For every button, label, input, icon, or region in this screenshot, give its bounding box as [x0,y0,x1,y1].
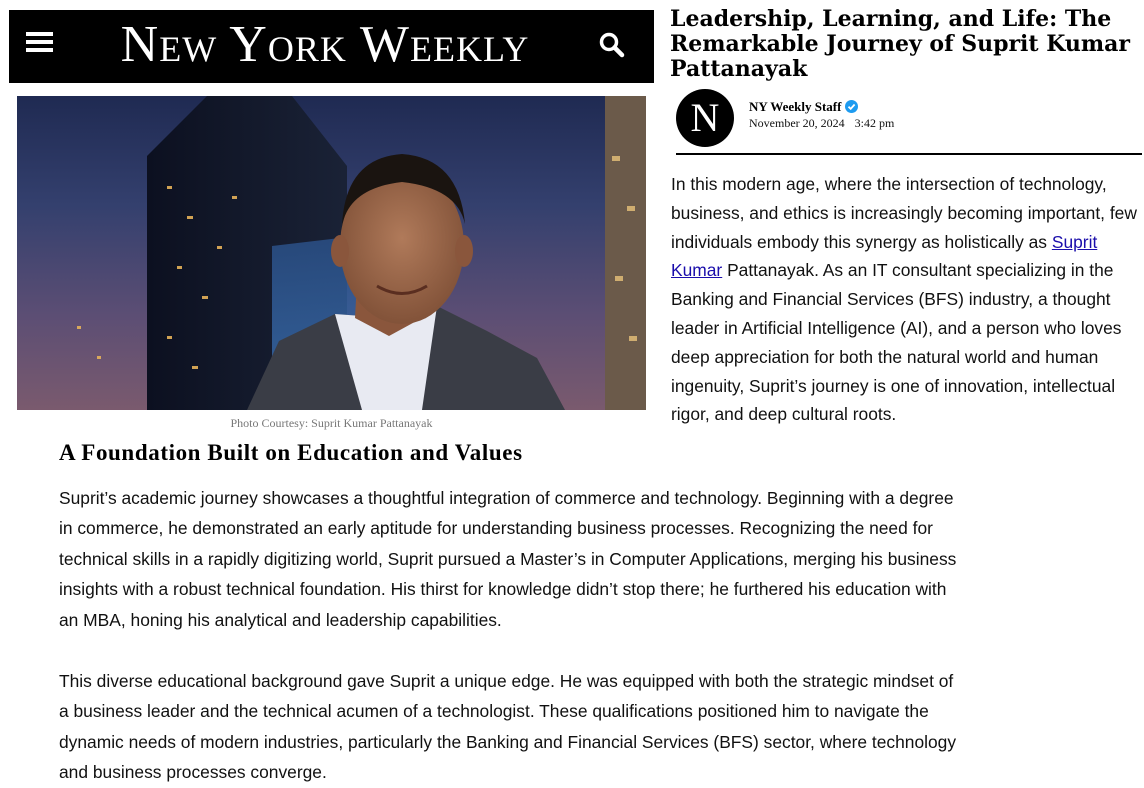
publish-datetime: November 20, 2024 3:42 pm [749,116,894,131]
body-paragraph-1: Suprit’s academic journey showcases a th… [59,488,957,630]
intro-text-after: Pattanayak. As an IT consultant speciali… [671,260,1122,425]
author-avatar[interactable]: N [676,89,734,147]
hero-photo [17,96,646,410]
body-paragraph-2: This diverse educational background gave… [59,671,957,783]
author-name[interactable]: NY Weekly Staff [749,99,841,114]
publish-date: November 20, 2024 [749,116,845,130]
masthead: New York Weekly [9,10,654,83]
section-heading: A Foundation Built on Education and Valu… [59,440,523,465]
publish-time: 3:42 pm [854,116,895,130]
photo-caption: Photo Courtesy: Suprit Kumar Pattanayak [230,416,433,430]
site-logo[interactable]: New York Weekly [105,14,545,76]
portrait-illustration [77,96,646,410]
article-headline: Leadership, Learning, and Life: The Rema… [670,6,1130,82]
intro-paragraph: In this modern age, where the intersecti… [671,170,1143,429]
author-link[interactable]: NY Weekly Staff [749,99,859,115]
verified-badge-icon [845,100,859,113]
search-icon[interactable] [597,30,627,60]
byline: N NY Weekly Staff November 20, 2024 3:42 … [676,89,1142,155]
hamburger-menu-icon[interactable] [26,32,53,59]
